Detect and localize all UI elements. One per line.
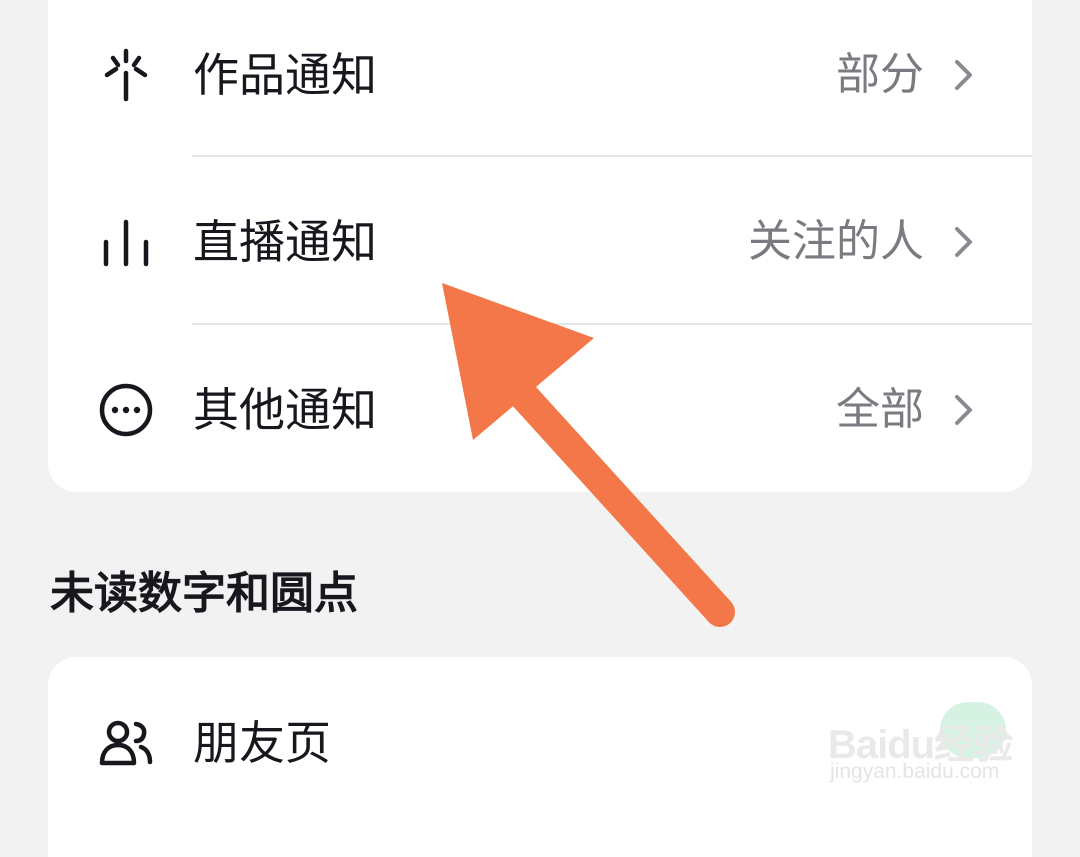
chevron-right-icon (955, 395, 972, 425)
row-label: 朋友页 (193, 716, 331, 770)
other-notification-row[interactable]: 其他通知 全部 (48, 327, 1032, 493)
row-label: 其他通知 (193, 383, 377, 437)
works-notification-row[interactable]: 作品通知 部分 (48, 0, 1032, 158)
chevron-right-icon (955, 227, 972, 257)
baidu-watermark: Baidu经验 jingyan.baidu.com (828, 690, 1028, 790)
divider (192, 155, 1032, 157)
row-label: 作品通知 (193, 48, 377, 102)
watermark-sub: jingyan.baidu.com (830, 760, 1000, 783)
friends-icon (96, 713, 156, 773)
row-value: 全部 (836, 384, 924, 435)
chevron-right-icon (955, 60, 972, 90)
more-circle-icon (96, 380, 156, 440)
row-value: 关注的人 (748, 216, 924, 267)
bar-chart-icon (96, 212, 156, 272)
sparkle-icon (96, 45, 156, 105)
section-title: 未读数字和圆点 (50, 568, 358, 619)
row-value: 部分 (836, 49, 924, 100)
divider (192, 323, 1032, 325)
live-notification-row[interactable]: 直播通知 关注的人 (48, 159, 1032, 325)
row-label: 直播通知 (193, 215, 377, 269)
